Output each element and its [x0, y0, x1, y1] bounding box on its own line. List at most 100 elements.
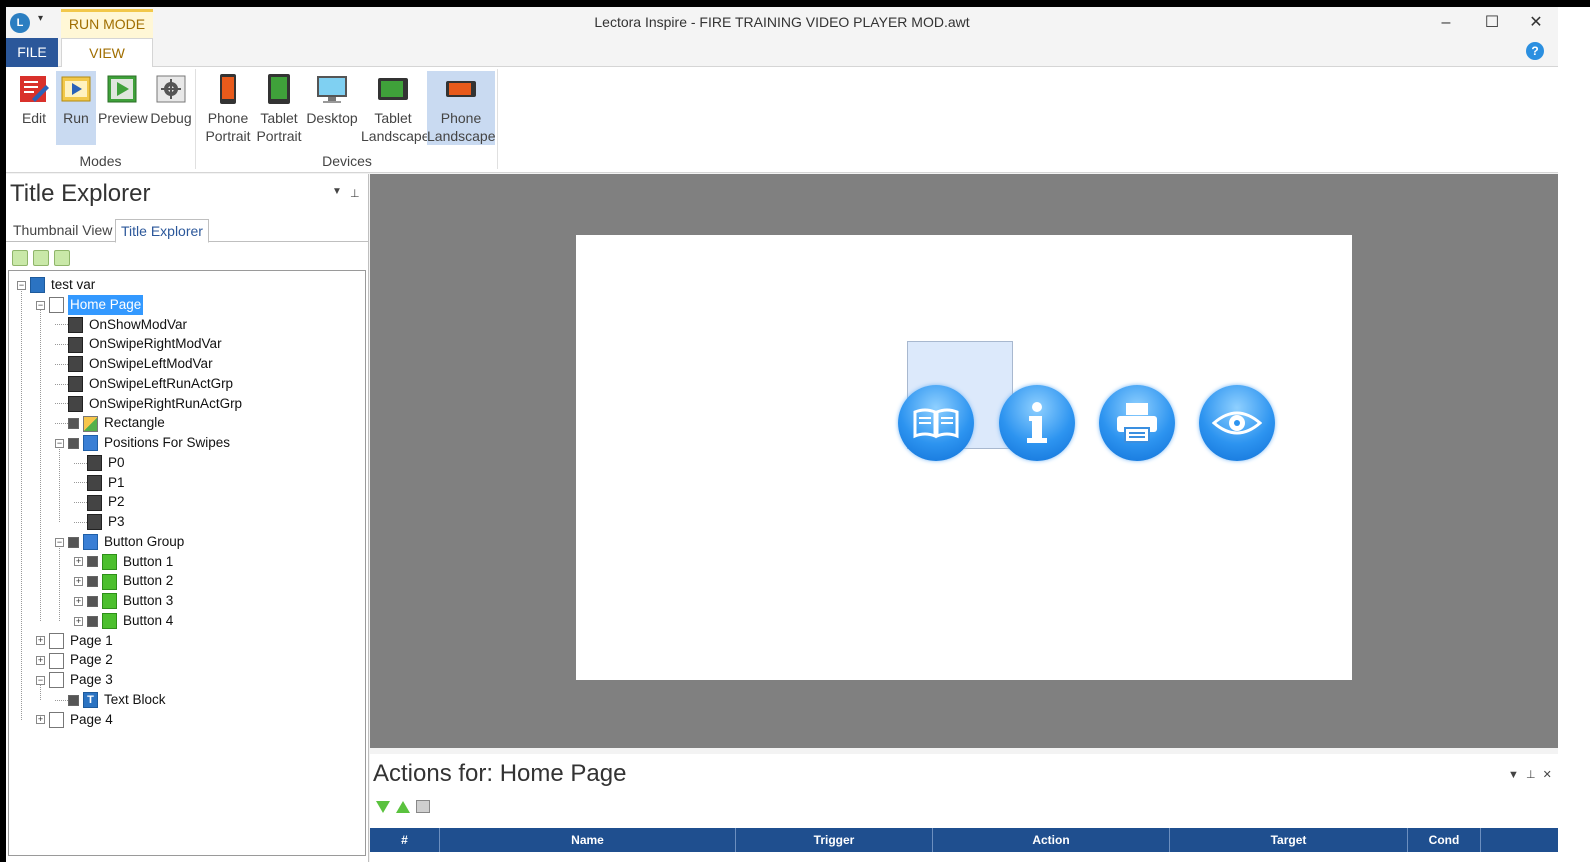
- collapse-icon[interactable]: −: [55, 537, 64, 547]
- move-up-icon[interactable]: [396, 801, 410, 813]
- expand-icon[interactable]: +: [74, 577, 83, 587]
- add-section-icon[interactable]: [54, 250, 70, 266]
- expand-icon[interactable]: +: [74, 616, 83, 626]
- visibility-checkbox[interactable]: [68, 418, 79, 430]
- visibility-checkbox[interactable]: [68, 536, 79, 548]
- actions-panel-controls[interactable]: ▼ ⊥ ✕: [1508, 768, 1552, 781]
- debug-mode-button[interactable]: Debug: [149, 71, 193, 145]
- tree-item[interactable]: + Button 2: [74, 571, 175, 591]
- tree-item[interactable]: P2: [74, 492, 127, 512]
- tablet-portrait-button[interactable]: Tablet Portrait: [255, 71, 303, 145]
- action-properties-icon[interactable]: [416, 800, 430, 813]
- column-cond[interactable]: Cond: [1408, 828, 1481, 852]
- add-page-icon[interactable]: [12, 250, 28, 266]
- tab-file[interactable]: FILE: [6, 38, 58, 67]
- visibility-checkbox[interactable]: [87, 595, 98, 607]
- collapse-icon[interactable]: −: [17, 280, 26, 290]
- tree-item[interactable]: + Page 4: [36, 710, 115, 730]
- help-icon[interactable]: ?: [1526, 42, 1544, 60]
- collapse-icon[interactable]: −: [55, 438, 64, 448]
- tree-item[interactable]: + Button 1: [74, 552, 175, 572]
- tree-item[interactable]: P0: [74, 453, 127, 473]
- tree-item[interactable]: Rectangle: [55, 413, 167, 433]
- close-button[interactable]: ✕: [1516, 11, 1556, 35]
- tree-item[interactable]: OnSwipeRightModVar: [55, 334, 224, 354]
- run-mode-button[interactable]: Run: [56, 71, 96, 145]
- action-icon: [68, 356, 83, 373]
- move-down-icon[interactable]: [376, 801, 390, 813]
- tree-item[interactable]: + Page 2: [36, 650, 115, 670]
- visibility-checkbox[interactable]: [87, 556, 98, 568]
- tree-item[interactable]: − Positions For Swipes: [55, 433, 232, 453]
- collapse-icon[interactable]: −: [36, 675, 45, 685]
- panel-pin-icon[interactable]: ⊥: [350, 187, 360, 200]
- expand-icon[interactable]: +: [74, 557, 83, 567]
- action-icon: [87, 455, 102, 472]
- desktop-button[interactable]: Desktop: [305, 71, 359, 145]
- tree-item[interactable]: − Page 3: [36, 670, 115, 690]
- title-tree: − test var − Home Page OnShowModVar OnSwipeRi…: [8, 270, 366, 856]
- tablet-landscape-button[interactable]: Tablet Landscape: [361, 71, 430, 145]
- column-trigger[interactable]: Trigger: [736, 828, 933, 852]
- tree-item[interactable]: + Button 3: [74, 591, 175, 611]
- tree-item[interactable]: OnSwipeLeftRunActGrp: [55, 374, 235, 394]
- tree-item[interactable]: OnSwipeLeftModVar: [55, 354, 215, 374]
- tree-item[interactable]: OnSwipeRightRunActGrp: [55, 394, 244, 414]
- visibility-checkbox[interactable]: [68, 694, 79, 706]
- preview-mode-button[interactable]: Preview: [98, 71, 148, 145]
- run-mode-label: Run: [63, 110, 89, 126]
- desktop-monitor-icon: [317, 76, 347, 103]
- tab-view[interactable]: VIEW: [61, 38, 153, 68]
- tree-item[interactable]: P1: [74, 473, 127, 493]
- tree-item[interactable]: − Button Group: [55, 532, 186, 552]
- column-number[interactable]: #: [370, 828, 440, 852]
- collapse-icon[interactable]: −: [36, 300, 45, 310]
- tree-item[interactable]: + Page 1: [36, 631, 115, 651]
- tree-item[interactable]: OnShowModVar: [55, 315, 189, 335]
- expand-icon[interactable]: +: [36, 715, 45, 725]
- maximize-button[interactable]: ☐: [1472, 11, 1512, 35]
- button-icon: [102, 553, 117, 570]
- edit-mode-button[interactable]: Edit: [14, 71, 54, 145]
- page-canvas[interactable]: [576, 235, 1352, 680]
- tree-item-label: P1: [108, 474, 125, 490]
- tree-item[interactable]: T Text Block: [55, 690, 168, 710]
- tree-item[interactable]: − Home Page: [36, 294, 144, 315]
- add-chapter-icon[interactable]: [33, 250, 49, 266]
- column-name[interactable]: Name: [440, 828, 736, 852]
- tree-item[interactable]: + Button 4: [74, 611, 175, 631]
- tree-guide-line: [40, 308, 41, 621]
- tree-item[interactable]: − test var: [17, 275, 97, 295]
- button-icon: [102, 613, 117, 630]
- actions-table-header: # Name Trigger Action Target Cond: [370, 828, 1558, 852]
- expand-icon[interactable]: +: [36, 636, 45, 646]
- visibility-checkbox[interactable]: [87, 615, 98, 627]
- book-icon: [30, 277, 45, 294]
- run-icon: [61, 76, 91, 102]
- stage-button-book[interactable]: [898, 385, 974, 461]
- column-action[interactable]: Action: [933, 828, 1170, 852]
- expand-icon[interactable]: +: [36, 656, 45, 666]
- stage-area: [370, 174, 1558, 748]
- stage-button-info[interactable]: [999, 385, 1075, 461]
- panel-dropdown-icon[interactable]: ▼: [332, 186, 342, 197]
- stage-button-eye[interactable]: [1199, 385, 1275, 461]
- expand-icon[interactable]: +: [74, 596, 83, 606]
- phone-portrait-button[interactable]: Phone Portrait: [203, 71, 253, 145]
- ribbon-group-devices-label: Devices: [322, 153, 372, 169]
- tree-item[interactable]: P3: [74, 512, 127, 532]
- tree-item-label: P0: [108, 454, 125, 470]
- shape-icon: [83, 415, 98, 432]
- tree-connector: [74, 521, 87, 523]
- tab-title-explorer[interactable]: Title Explorer: [115, 219, 209, 243]
- phone-landscape-button[interactable]: Phone Landscape: [427, 71, 496, 145]
- tab-thumbnail-view[interactable]: Thumbnail View: [8, 219, 117, 243]
- column-target[interactable]: Target: [1170, 828, 1408, 852]
- tree-connector: [55, 363, 68, 365]
- visibility-checkbox[interactable]: [68, 437, 79, 449]
- tree-connector: [55, 344, 68, 346]
- stage-button-print[interactable]: [1099, 385, 1175, 461]
- tree-connector: [74, 502, 87, 504]
- minimize-button[interactable]: –: [1426, 11, 1466, 35]
- visibility-checkbox[interactable]: [87, 576, 98, 588]
